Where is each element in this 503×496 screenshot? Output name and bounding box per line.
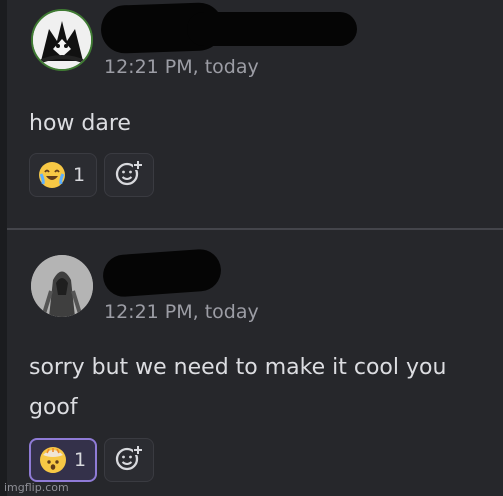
reaction-count: 1 [74,449,87,471]
message-item: 12:21 PM, today how dare 1 [7,0,503,228]
add-reaction-icon [114,443,144,477]
add-reaction-icon [114,158,144,192]
redacted-username [101,247,223,299]
left-sidebar-edge [0,0,7,496]
message-text: sorry but we need to make it cool you go… [29,355,447,420]
add-reaction-button[interactable] [104,438,154,482]
redacted-username-extension [187,12,357,46]
message-timestamp: 12:21 PM, today [104,301,259,323]
message-item: 12:21 PM, today sorry but we need to mak… [7,230,503,496]
reaction-chip-selected[interactable]: 1 [29,438,97,482]
avatar[interactable] [31,255,93,317]
reaction-chip[interactable]: 1 [29,153,97,197]
avatar[interactable] [31,9,93,71]
message-text: how dare [29,111,131,136]
watermark-text: imgflip.com [4,481,69,494]
joy-emoji-icon [39,162,65,188]
exploding-head-emoji-icon [40,447,66,473]
message-divider [7,228,503,230]
chat-thread: 12:21 PM, today how dare 1 12:21 PM, tod… [7,0,503,496]
reaction-count: 1 [73,164,86,186]
add-reaction-button[interactable] [104,153,154,197]
message-timestamp: 12:21 PM, today [104,56,259,78]
